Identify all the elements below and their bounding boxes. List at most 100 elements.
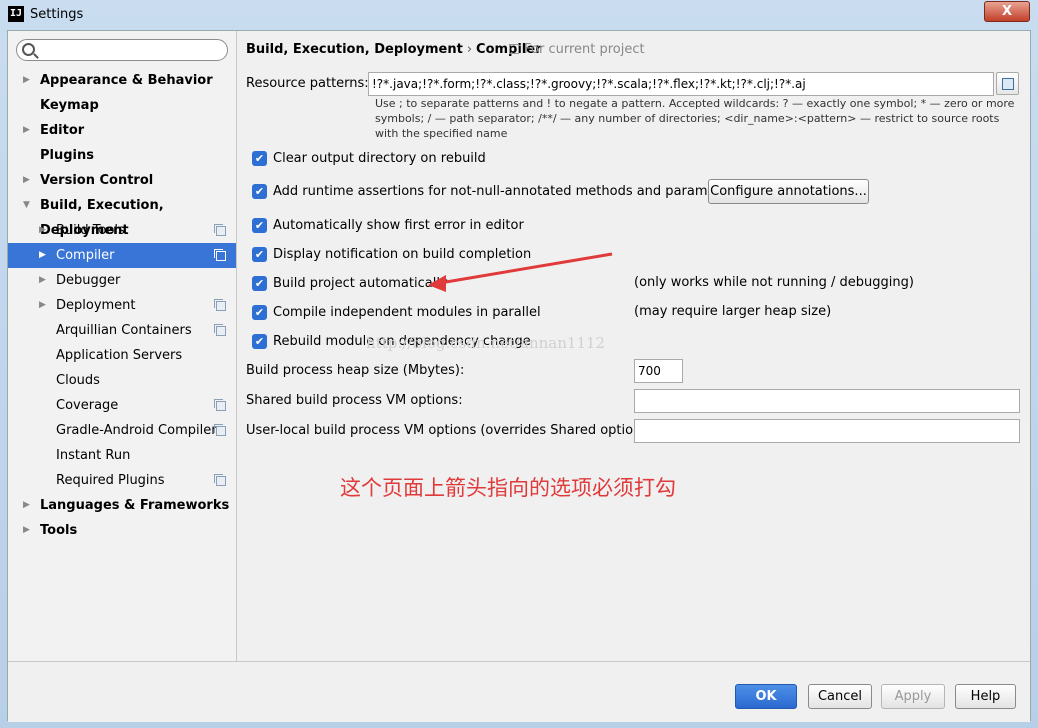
sidebar-item[interactable]: Required Plugins [8, 468, 236, 493]
sidebar-item-label: Compiler [56, 248, 115, 263]
sidebar-item-label: Version Control [40, 173, 154, 188]
annotation-text: 这个页面上箭头指向的选项必须打勾 [340, 476, 676, 500]
project-scope-icon [509, 44, 519, 54]
search-icon [22, 43, 35, 56]
sidebar-item-label: Plugins [40, 148, 94, 163]
checkbox-label: Add runtime assertions for not-null-anno… [273, 184, 741, 199]
ok-button[interactable]: OK [735, 684, 797, 709]
sidebar-item-label: Tools [40, 523, 78, 538]
title-bar: IJ Settings X [0, 0, 1038, 30]
help-button[interactable]: Help [955, 684, 1016, 709]
checkbox-label: Display notification on build completion [273, 247, 532, 262]
configure-annotations-button[interactable]: Configure annotations... [708, 179, 869, 204]
build-automatically-note: (only works while not running / debuggin… [634, 275, 914, 290]
apply-button[interactable]: Apply [881, 684, 945, 709]
sidebar-item[interactable]: ▶ Languages & Frameworks [8, 493, 236, 518]
project-settings-icon [214, 424, 226, 436]
dialog-body: ▶ Appearance & Behavior Keymap ▶ Editor Plugi… [7, 30, 1031, 722]
shared-vm-label: Shared build process VM options: [246, 393, 463, 408]
sidebar-item[interactable]: ▶ Debugger [8, 268, 236, 293]
sidebar-item[interactable]: ▼ Build, Execution, Deployment [8, 193, 236, 238]
sidebar-item-label: Languages & Frameworks [40, 498, 230, 513]
search-input[interactable] [16, 39, 228, 61]
user-vm-label: User-local build process VM options (ove… [246, 423, 658, 438]
for-current-project-label: For current project [524, 42, 645, 57]
chevron-right-icon[interactable]: ▶ [39, 218, 46, 243]
checkbox-checked-icon[interactable]: ✔ [252, 151, 267, 166]
intellij-logo-icon: IJ [8, 6, 24, 22]
resource-patterns-label: Resource patterns: [246, 76, 369, 91]
sidebar-item[interactable]: Instant Run [8, 443, 236, 468]
sidebar-item-label: Keymap [40, 98, 99, 113]
resource-patterns-hint: Use ; to separate patterns and ! to nega… [375, 97, 1015, 140]
chevron-right-icon[interactable]: ▶ [39, 268, 46, 293]
project-settings-icon [214, 324, 226, 336]
chevron-right-icon[interactable]: ▶ [23, 118, 30, 143]
sidebar-item[interactable]: ▶ Build Tools [8, 218, 236, 243]
sidebar-item-label: Clouds [56, 373, 100, 388]
heap-size-input[interactable]: 700 [634, 359, 683, 383]
sidebar-item[interactable]: ▶ Appearance & Behavior [8, 68, 236, 93]
sidebar-item[interactable]: Application Servers [8, 343, 236, 368]
sidebar-item-label: Editor [40, 123, 85, 138]
close-button[interactable]: X [984, 1, 1030, 22]
for-current-project-note: For current project [509, 42, 645, 57]
chevron-right-icon[interactable]: ▶ [39, 243, 46, 268]
sidebar-item-label: Required Plugins [56, 473, 165, 488]
sidebar-item[interactable]: Coverage [8, 393, 236, 418]
chevron-right-icon[interactable]: ▶ [23, 168, 30, 193]
chevron-right-icon[interactable]: ▶ [23, 493, 30, 518]
heap-size-label: Build process heap size (Mbytes): [246, 363, 465, 378]
shared-vm-input[interactable] [634, 389, 1020, 413]
sidebar-item-label: Appearance & Behavior [40, 73, 213, 88]
checkbox-checked-icon[interactable]: ✔ [252, 218, 267, 233]
checkbox-label: Build project automatically [273, 276, 448, 291]
checkbox-label: Automatically show first error in editor [273, 218, 524, 233]
dialog-footer: OK Cancel Apply Help [8, 661, 1030, 722]
sidebar-item-label: Gradle-Android Compiler [56, 423, 217, 438]
cancel-button[interactable]: Cancel [808, 684, 872, 709]
checkbox-checked-icon[interactable]: ✔ [252, 247, 267, 262]
sidebar-item[interactable]: Clouds [8, 368, 236, 393]
sidebar-item-label: Build Tools [56, 223, 125, 238]
chevron-down-icon[interactable]: ▼ [23, 193, 30, 218]
project-settings-icon [214, 249, 226, 261]
project-settings-icon [214, 299, 226, 311]
user-vm-input[interactable] [634, 419, 1020, 443]
sidebar-item[interactable]: Gradle-Android Compiler [8, 418, 236, 443]
chevron-right-icon[interactable]: ▶ [39, 293, 46, 318]
checkbox-checked-icon[interactable]: ✔ [252, 334, 267, 349]
breadcrumb-parent: Build, Execution, Deployment [246, 42, 463, 57]
sidebar-item-label: Arquillian Containers [56, 323, 192, 338]
project-settings-icon [214, 399, 226, 411]
parallel-compile-note: (may require larger heap size) [634, 304, 832, 319]
breadcrumb-separator: › [466, 42, 473, 57]
checkbox-label: Clear output directory on rebuild [273, 151, 486, 166]
sidebar-item-label: Debugger [56, 273, 121, 288]
settings-sidebar: ▶ Appearance & Behavior Keymap ▶ Editor Plugi… [8, 31, 237, 661]
expand-field-button[interactable] [996, 72, 1019, 95]
project-settings-icon [214, 224, 226, 236]
sidebar-item[interactable]: Plugins [8, 143, 236, 168]
sidebar-item[interactable]: Keymap [8, 93, 236, 118]
compiler-settings-panel: Build, Execution, Deployment › Compiler Fo… [237, 31, 1030, 661]
sidebar-item-label: Application Servers [56, 348, 183, 363]
chevron-right-icon[interactable]: ▶ [23, 518, 30, 543]
sidebar-item[interactable]: Arquillian Containers [8, 318, 236, 343]
watermark-text: http://blog.csdn.net/annan1112 [366, 334, 606, 352]
sidebar-item[interactable]: ▶ Compiler [8, 243, 236, 268]
sidebar-item[interactable]: ▶ Deployment [8, 293, 236, 318]
checkbox-label: Compile independent modules in parallel [273, 305, 541, 320]
settings-window: IJ Settings X ▶ Appearance & Behavior Keym… [0, 0, 1038, 728]
sidebar-item[interactable]: ▶ Version Control [8, 168, 236, 193]
checkbox-checked-icon[interactable]: ✔ [252, 276, 267, 291]
checkbox-checked-icon[interactable]: ✔ [252, 184, 267, 199]
project-settings-icon [214, 474, 226, 486]
sidebar-item-label: Instant Run [56, 448, 131, 463]
chevron-right-icon[interactable]: ▶ [23, 68, 30, 93]
resource-patterns-input[interactable]: !?*.java;!?*.form;!?*.class;!?*.groovy;!… [368, 72, 994, 96]
sidebar-item-label: Deployment [56, 298, 136, 313]
sidebar-item[interactable]: ▶ Tools [8, 518, 236, 543]
sidebar-item[interactable]: ▶ Editor [8, 118, 236, 143]
checkbox-checked-icon[interactable]: ✔ [252, 305, 267, 320]
